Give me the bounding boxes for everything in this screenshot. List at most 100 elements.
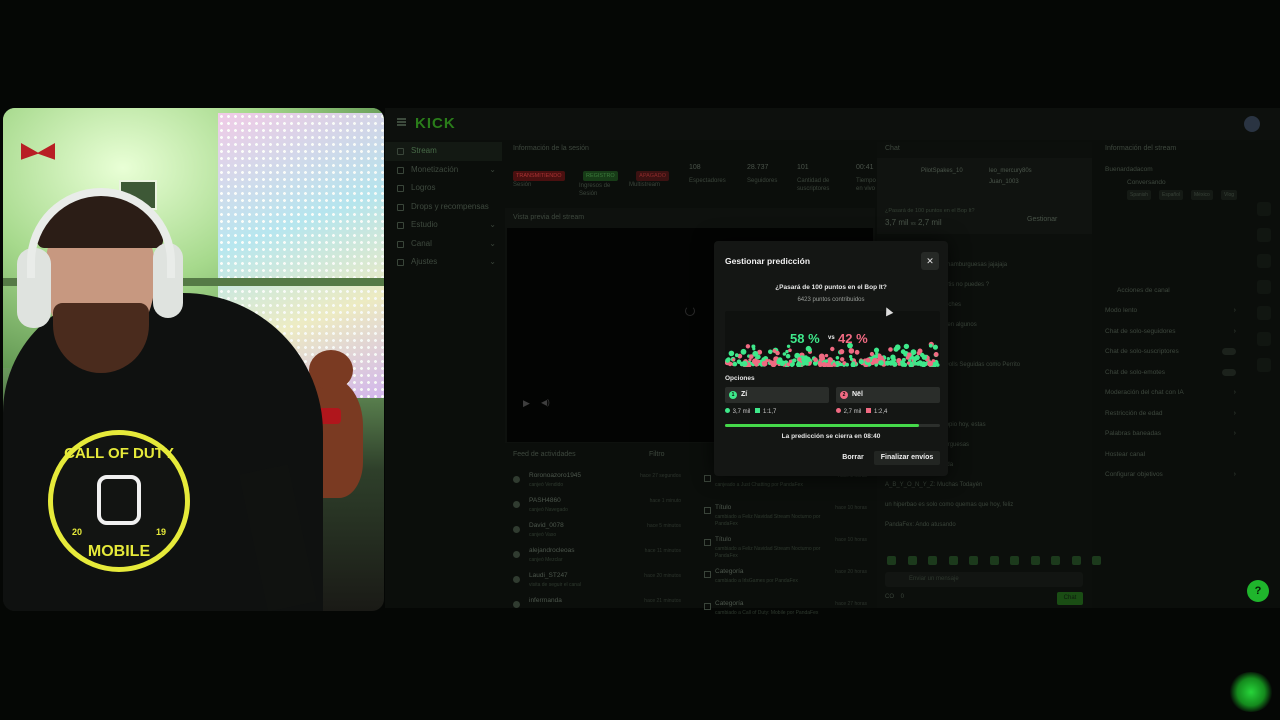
rail-button[interactable] (1257, 228, 1271, 242)
chat-bottom-stats: CO 0 (885, 594, 905, 600)
channel-setting[interactable]: Chat de solo-suscriptores (1105, 348, 1240, 355)
chevron-down-icon: ⌄ (489, 164, 496, 174)
emote-icon[interactable] (969, 556, 978, 565)
pinned-user[interactable]: Juan_1003 (989, 179, 1019, 185)
sidebar-item[interactable]: Monetización ⌄ (385, 161, 502, 180)
chat-message: PandaFex: Ando atusando (885, 522, 956, 528)
sidebar-item[interactable]: Drops y recompensas (385, 198, 502, 217)
emote-icon[interactable] (989, 556, 999, 565)
delete-button[interactable]: Borrar (837, 451, 869, 465)
option-label: Zí (741, 391, 748, 398)
channel-setting[interactable]: Restricción de edad › (1105, 410, 1240, 417)
channel-setting[interactable]: Palabras baneadas › (1105, 430, 1240, 437)
shirt-text-top: CALL OF DUTY (64, 445, 174, 462)
option-no-button[interactable]: 2 Nël (836, 387, 940, 403)
rail-button[interactable] (1257, 280, 1271, 294)
feed-row[interactable]: PASH4860 canjeó Navegado hace 1 minuto (511, 495, 683, 520)
emote-icon[interactable] (907, 556, 917, 565)
feed-time: hace 1 minuto (649, 498, 681, 504)
finish-submissions-button[interactable]: Finalizar envíos (874, 451, 940, 465)
user-icon (513, 551, 520, 558)
channel-setting[interactable]: Chat de solo-emotes (1105, 368, 1240, 376)
session-title: Información de la sesión (513, 145, 589, 152)
kick-logo[interactable]: KICK (415, 115, 456, 132)
activity-detail: cambiado a Feliz Navidad Stream Nocturno… (715, 546, 821, 559)
sidebar-item[interactable]: Estudio ⌄ (385, 216, 502, 235)
menu-icon[interactable] (397, 118, 406, 126)
vote-dot (725, 358, 730, 363)
toggle-switch[interactable] (1222, 348, 1236, 355)
chevron-right-icon: › (1233, 307, 1236, 314)
stream-tag[interactable]: Spanish (1127, 190, 1152, 200)
user-avatar[interactable] (1244, 116, 1260, 132)
toggle-switch[interactable] (1222, 368, 1236, 376)
setting-label: Chat de solo-suscriptores (1105, 348, 1179, 355)
channel-setting[interactable]: Modo lento › (1105, 307, 1240, 314)
shirt-emblem-icon (97, 475, 141, 525)
vote-dot (734, 353, 739, 358)
vote-dot (830, 346, 835, 352)
vote-dot (858, 359, 864, 365)
sidebar-item-label: Stream (411, 146, 437, 155)
sidebar-item[interactable]: Logros (385, 179, 502, 198)
feed-user: Roronoazoro1945 (529, 472, 582, 479)
vote-dot (851, 361, 856, 366)
shirt-logo: CALL OF DUTY 20 19 MOBILE (48, 430, 190, 572)
pinned-user[interactable]: PilotSpakes_10 (921, 168, 963, 174)
vote-dot (890, 354, 896, 360)
channel-setting[interactable]: Moderación del chat con IA › (1105, 389, 1240, 396)
vote-dot (782, 352, 787, 356)
emote-icon[interactable] (887, 556, 896, 565)
feed-row[interactable]: alejandrocleoas canjeó Mezclar hace 11 min… (511, 545, 683, 570)
close-icon[interactable]: ✕ (921, 252, 939, 270)
vote-dot (813, 357, 818, 362)
emote-icon[interactable] (1051, 556, 1060, 565)
play-icon[interactable]: ▶ (523, 398, 530, 409)
feed-filter-button[interactable]: Filtro (649, 451, 665, 458)
vote-dot (933, 352, 939, 357)
feed-time: hace 5 minutos (647, 523, 681, 529)
rail-button[interactable] (1257, 358, 1271, 372)
chat-input[interactable]: Enviar un mensaje (885, 572, 1083, 587)
rail-button[interactable] (1257, 332, 1271, 346)
sidebar-item[interactable]: Ajustes ⌄ (385, 253, 502, 272)
manage-prediction-button[interactable]: Gestionar (1027, 216, 1057, 223)
option-yes-button[interactable]: 1 Zí (725, 387, 829, 403)
feed-row[interactable]: Roronoazoro1945 canjeó Vendido hace 27 seg… (511, 470, 683, 495)
emote-icon[interactable] (1071, 556, 1081, 565)
pinned-user[interactable]: leo_mercury80s (989, 168, 1032, 174)
activity-title: Título (715, 536, 732, 543)
vote-dot (900, 361, 906, 367)
status-badge-multistream[interactable]: APAGADO (636, 171, 669, 181)
emote-icon[interactable] (928, 556, 937, 565)
green-glow (1228, 672, 1274, 712)
rail-button[interactable] (1257, 202, 1271, 216)
sidebar-item[interactable]: Canal ⌄ (385, 235, 502, 254)
emote-icon[interactable] (1030, 556, 1040, 565)
vote-dot (824, 359, 829, 363)
feed-row[interactable]: inferrnanda hace 21 minutos (511, 595, 683, 620)
vote-dot (732, 358, 736, 362)
feed-detail: canjeó Mezclar (529, 557, 563, 563)
channel-setting[interactable]: Hostear canal (1105, 451, 1240, 458)
channel-setting[interactable]: Chat de solo-seguidores › (1105, 328, 1240, 335)
status-badge-record[interactable]: REGISTRO (582, 171, 618, 181)
stream-tag[interactable]: Vlog (1221, 190, 1238, 200)
rail-button[interactable] (1257, 254, 1271, 268)
percent-no: 42 % (838, 331, 868, 346)
volume-icon[interactable]: ◀) (541, 398, 550, 407)
support-chat-icon[interactable]: ? (1247, 580, 1269, 602)
prediction-vote-chart: 58 % vs 42 % (725, 311, 940, 367)
sidebar-item[interactable]: Stream (385, 142, 502, 161)
rail-button[interactable] (1257, 306, 1271, 320)
feed-row[interactable]: Laudi_ST247 visita de seguir el canal hace… (511, 570, 683, 595)
emote-icon[interactable] (948, 556, 958, 565)
emote-icon[interactable] (1010, 556, 1019, 565)
chat-send-button[interactable]: Chat (1057, 592, 1083, 605)
nav-icon (397, 185, 404, 192)
stream-tag[interactable]: Español (1159, 190, 1184, 200)
feed-row[interactable]: David_0078 canjeó Vaso hace 5 minutos (511, 520, 683, 545)
channel-setting[interactable]: Configurar objetivos › (1105, 471, 1240, 478)
vote-dot (785, 349, 789, 354)
stream-tag[interactable]: México (1191, 190, 1213, 200)
